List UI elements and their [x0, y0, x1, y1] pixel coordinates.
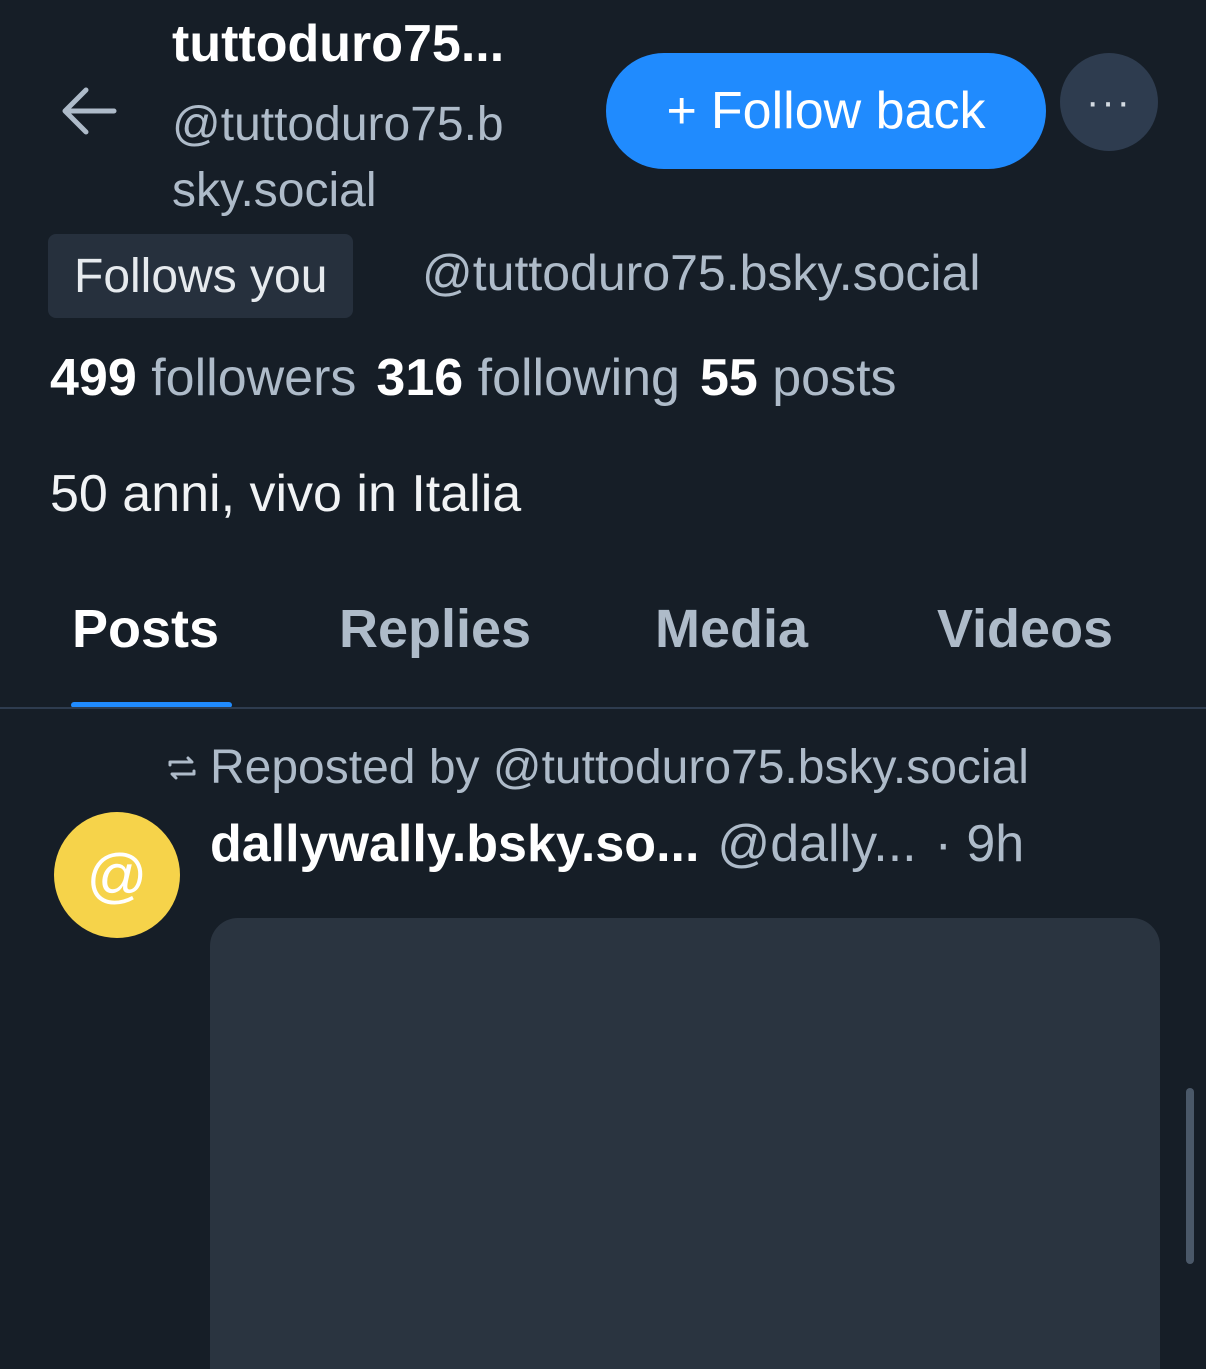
repost-icon	[164, 740, 200, 795]
posts-stat: 55 posts	[699, 349, 897, 407]
profile-display-name: tuttoduro75...	[172, 15, 505, 73]
follows-you-badge: Follows you	[48, 234, 354, 318]
post-image-placeholder[interactable]	[210, 918, 1160, 1369]
profile-handle-header: @tuttoduro75.b sky.social	[172, 92, 592, 224]
profile-stats: 499 followers 316 following 55 posts	[50, 348, 897, 408]
repost-indicator[interactable]: Reposted by @tuttoduro75.bsky.social	[164, 740, 1029, 795]
ellipsis-icon: ···	[1086, 79, 1132, 124]
post-author-handle[interactable]: @dally...	[717, 814, 916, 874]
post-author-name[interactable]: dallywally.bsky.so...	[210, 814, 699, 874]
handle-line-1: @tuttoduro75.b	[172, 98, 504, 151]
at-sign-icon: @	[86, 841, 148, 909]
author-avatar[interactable]: @	[54, 812, 180, 938]
handle-line-2: sky.social	[172, 164, 377, 217]
repost-label: Reposted by @tuttoduro75.bsky.social	[210, 741, 1029, 794]
more-options-button[interactable]: ···	[1060, 53, 1158, 151]
followers-stat[interactable]: 499 followers	[50, 348, 356, 408]
following-stat[interactable]: 316 following	[376, 348, 680, 408]
tab-media[interactable]: Media	[655, 598, 808, 660]
post-header: dallywally.bsky.so... @dally... · 9h	[210, 814, 1024, 874]
tabs-divider	[0, 707, 1206, 709]
profile-bio: 50 anni, vivo in Italia	[50, 465, 522, 523]
tab-replies[interactable]: Replies	[339, 598, 531, 660]
plus-icon: +	[666, 82, 697, 140]
follow-back-button[interactable]: + Follow back	[606, 53, 1046, 169]
follow-back-label: Follow back	[710, 82, 986, 140]
back-arrow-icon[interactable]	[56, 78, 122, 144]
scrollbar[interactable]	[1186, 1088, 1194, 1264]
profile-handle: @tuttoduro75.bsky.social	[422, 245, 981, 301]
tab-posts[interactable]: Posts	[72, 598, 219, 660]
tab-videos[interactable]: Videos	[937, 598, 1113, 660]
post-timestamp[interactable]: · 9h	[935, 814, 1025, 874]
